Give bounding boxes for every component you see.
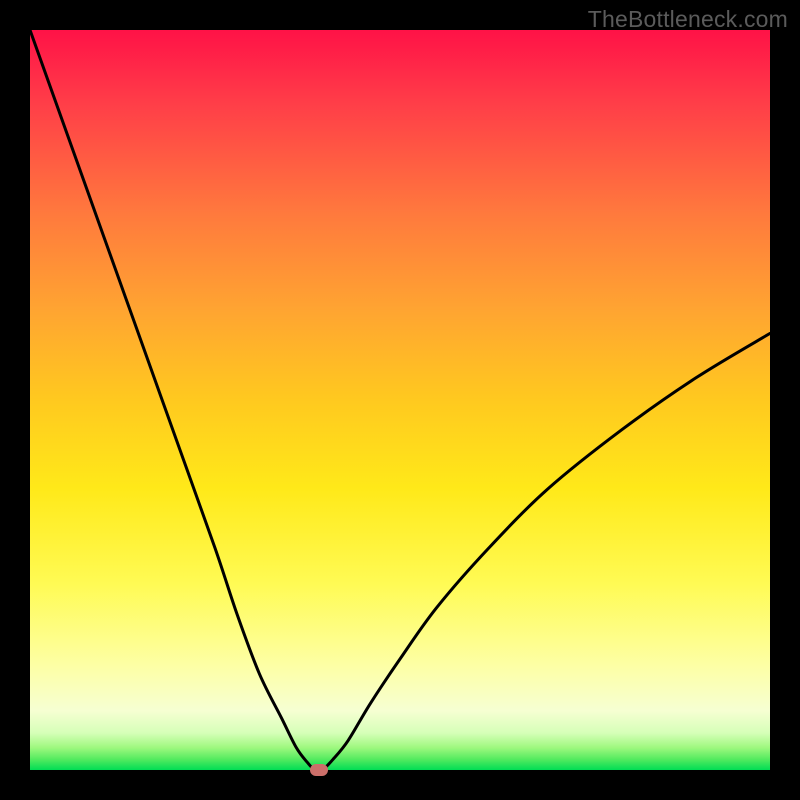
optimal-point-marker bbox=[310, 764, 328, 776]
chart-plot-area bbox=[30, 30, 770, 770]
bottleneck-curve bbox=[30, 30, 770, 770]
watermark-text: TheBottleneck.com bbox=[588, 6, 788, 33]
